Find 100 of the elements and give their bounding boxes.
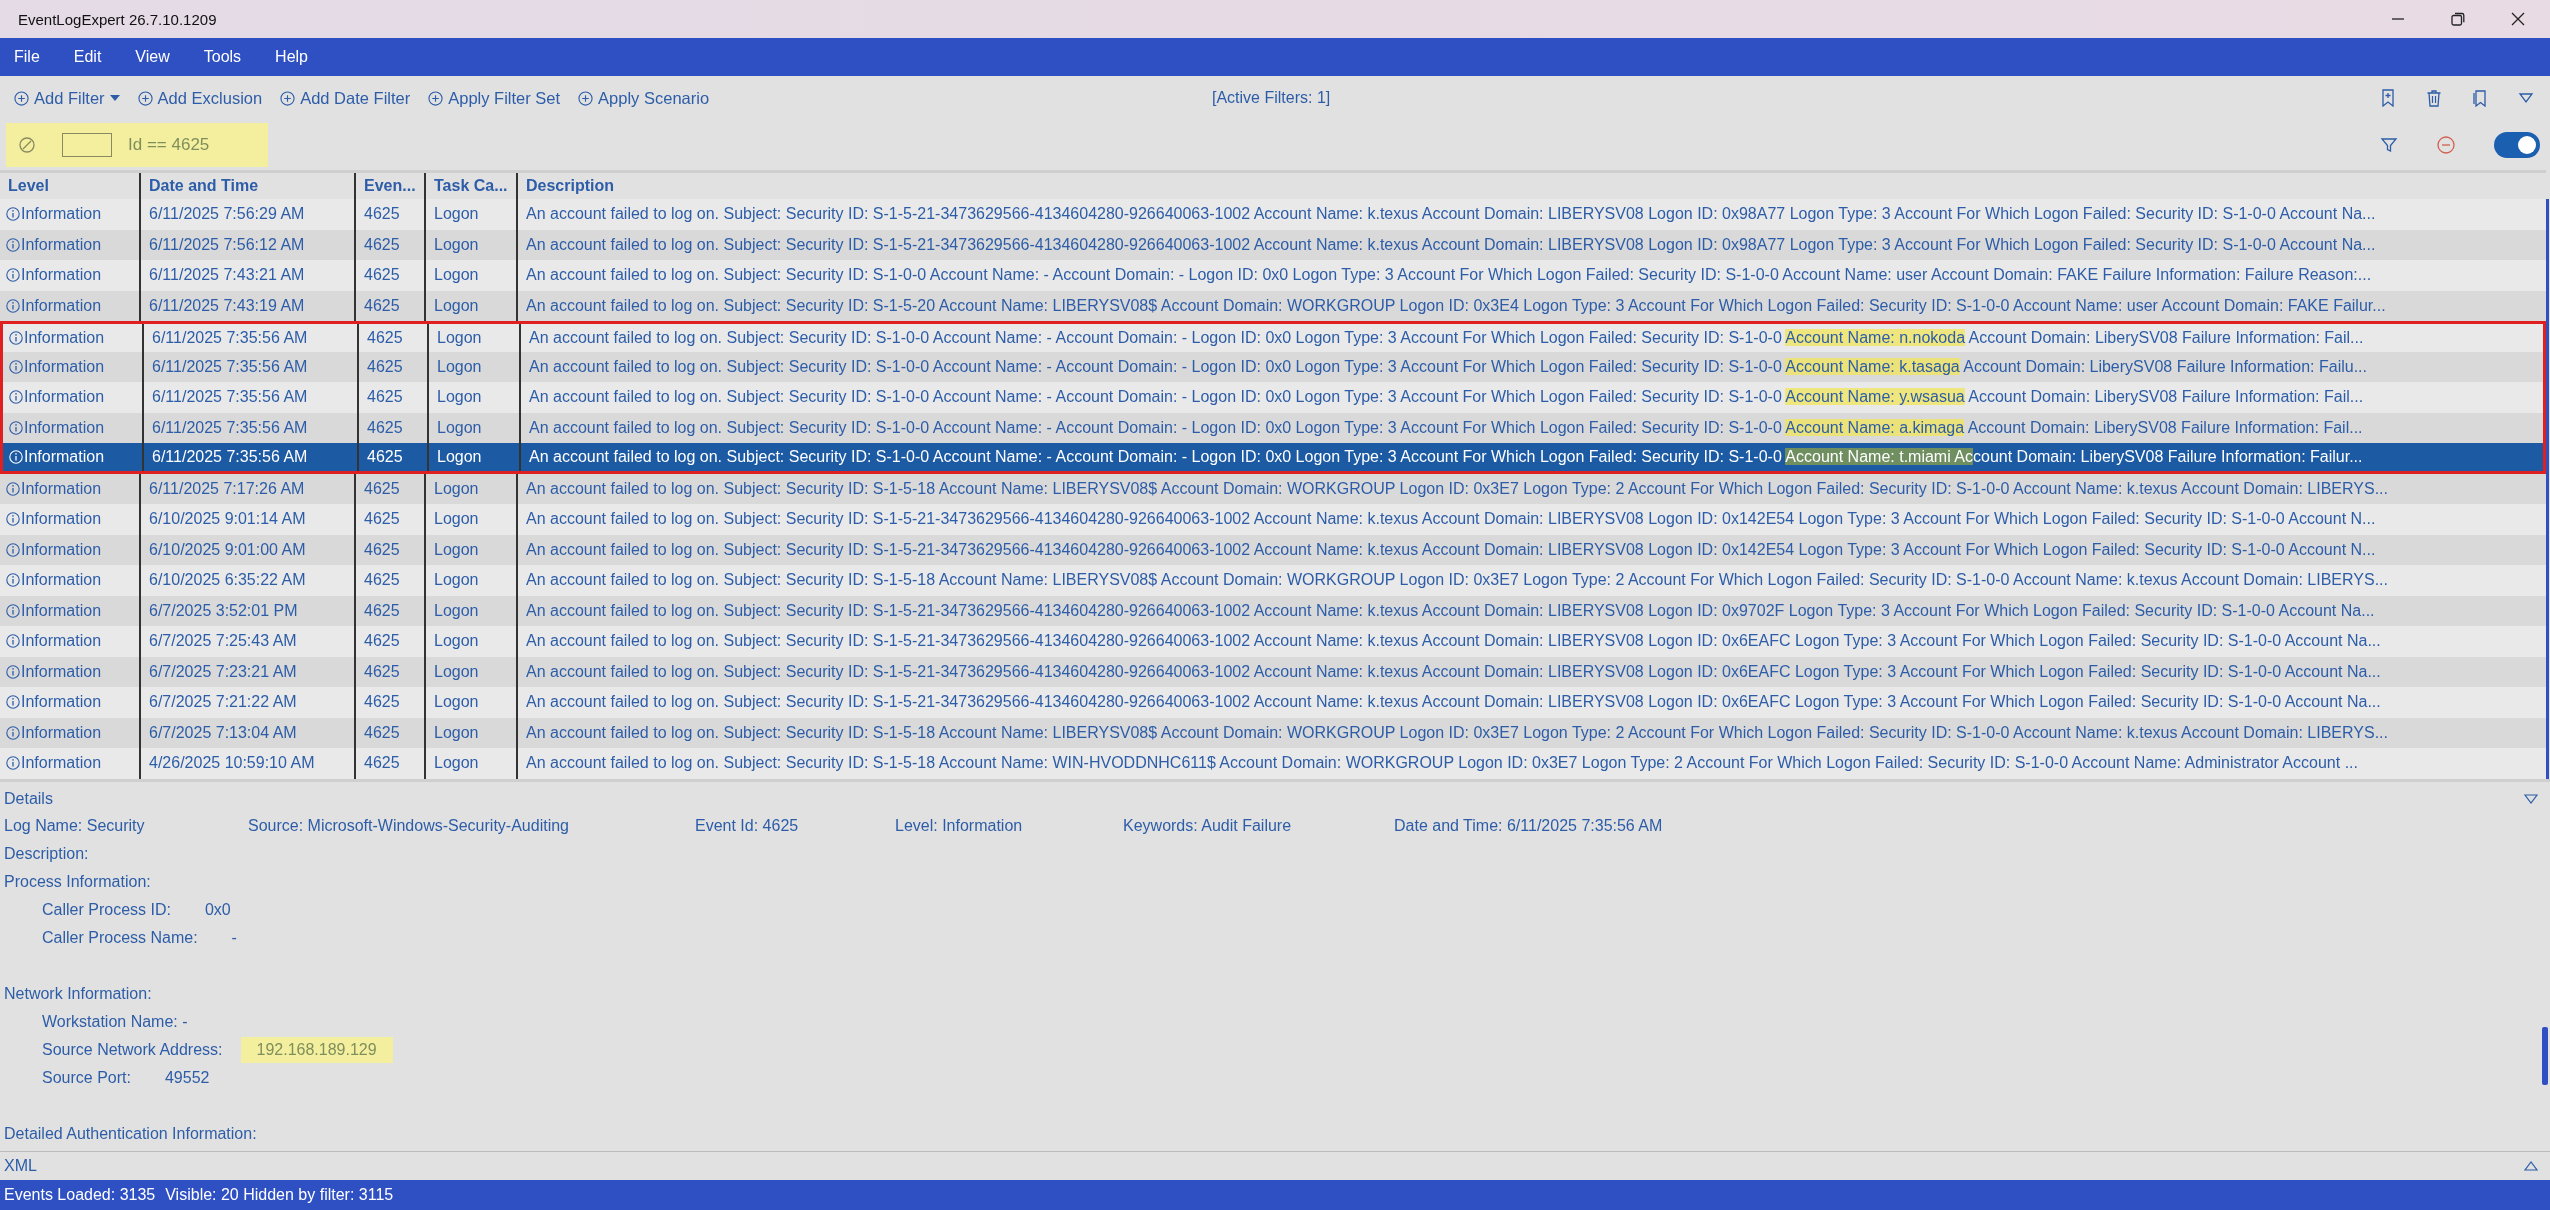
toggle-switch[interactable] xyxy=(2494,132,2540,158)
table-row[interactable] xyxy=(0,473,2546,504)
info-icon xyxy=(6,573,20,588)
table-row[interactable] xyxy=(0,290,2546,321)
table-cell: 4/26/2025 10:59:10 AM xyxy=(141,748,356,779)
table-row[interactable] xyxy=(0,717,2546,748)
menu-item[interactable]: View xyxy=(125,44,180,70)
detail-field: Log Name: Security xyxy=(4,816,248,835)
table-row[interactable] xyxy=(0,626,2546,657)
status-text: Visible: 20 Hidden by filter: 3115 xyxy=(165,1186,394,1204)
table-cell-text: An account failed to log on. Subject: Security ID: S-1-5-20 Account Name: LIBERYSV08$ Account Domain: WORKGROUP Logon ID: 0x3E4 Logon Type: 3 Account For Which Logon Failed: Security ID: S-1-0-0 Account Name: user Account Domain: FAKE Failur... xyxy=(525,295,2387,316)
field-label: Source Port: xyxy=(42,1068,131,1087)
table-cell: Information xyxy=(3,443,144,471)
collapse-icon[interactable] xyxy=(2524,793,2538,804)
info-icon xyxy=(6,725,20,740)
table-row[interactable] xyxy=(0,412,2546,443)
table-cell-text: An account failed to log on. Subject: Security ID: S-1-5-18 Account Name: LIBERYSV08$ Account Domain: WORKGROUP Logon ID: 0x3E7 Logon Type: 2 Account For Which Logon Failed: Security ID: S-1-0-0 Account Name: k.texus Account Domain: LIBERYS... xyxy=(525,478,2389,499)
table-cell-text: An account failed to log on. Subject: Security ID: S-1-0-0 Account Name: - Account Domain: - Logon ID: 0x0 Logon Type: 3 Account For Which Logon Failed: Security ID: S-1-0-0 Account Name: t.miami Account Domain: LiberySV08 Failure Information: Failur... xyxy=(528,446,2364,467)
menu-item[interactable]: Edit xyxy=(63,44,112,70)
menu-item[interactable]: Help xyxy=(265,44,318,70)
detail-heading: Detailed Authentication Information: xyxy=(4,1123,258,1144)
close-icon[interactable] xyxy=(2510,11,2526,27)
table-cell-text: An account failed to log on. Subject: Security ID: S-1-5-21-3473629566-4134604280-926640063-1002 Account Name: k.texus Account Domain: LIBERYSV08 Logon ID: 0x98A77 Logon Type: 3 Account For Which Logon Failed: Security ID: S-1-0-0 Account Na... xyxy=(525,204,2377,225)
remove-icon[interactable] xyxy=(2436,135,2456,155)
info-icon xyxy=(6,481,20,496)
bookmarks-icon[interactable] xyxy=(2472,89,2488,107)
menu-item[interactable]: Tools xyxy=(193,44,252,70)
table-row[interactable] xyxy=(0,321,2546,352)
toolbar-button[interactable]: Add Exclusion xyxy=(135,86,265,110)
trash-icon[interactable] xyxy=(2426,89,2442,107)
plus-circle-icon xyxy=(428,90,444,106)
table-cell: 4625 xyxy=(356,748,426,779)
table-row[interactable] xyxy=(0,199,2546,230)
filter-icon[interactable] xyxy=(2380,136,2398,154)
table-row[interactable] xyxy=(0,656,2546,687)
detail-heading: Process Information: xyxy=(4,871,152,892)
toolbar-button[interactable]: Add Date Filter xyxy=(278,86,413,110)
plus-circle-icon xyxy=(280,90,296,106)
table-row[interactable] xyxy=(0,748,2546,779)
table-row[interactable] xyxy=(0,229,2546,260)
detail-field: Level: Information xyxy=(895,816,1123,835)
table-row[interactable] xyxy=(0,595,2546,626)
section-title: XML xyxy=(4,1157,37,1175)
info-icon xyxy=(6,207,20,222)
table-cell-text: An account failed to log on. Subject: Security ID: S-1-5-21-3473629566-4134604280-926640063-1002 Account Name: k.texus Account Domain: LIBERYSV08 Logon ID: 0x9702F Logon Type: 3 Account For Which Logon Failed: Security ID: S-1-0-0 Account Na... xyxy=(525,600,2376,621)
column-header[interactable]: Description xyxy=(518,173,2546,199)
detail-field: Date and Time: 6/11/2025 7:35:56 AM xyxy=(1394,816,1663,835)
info-icon xyxy=(6,542,20,557)
field-value: 0x0 xyxy=(203,899,232,920)
table-row[interactable] xyxy=(0,260,2546,291)
info-icon xyxy=(9,390,23,405)
table-cell-text: An account failed to log on. Subject: Security ID: S-1-0-0 Account Name: - Account Domain: - Logon ID: 0x0 Logon Type: 3 Account For Which Logon Failed: Security ID: S-1-0-0 Account Name: y.wsasua Account Domain: LiberySV08 Failure Information: Fail... xyxy=(528,387,2365,408)
dropdown-icon[interactable] xyxy=(2518,92,2534,104)
table-cell-text: An account failed to log on. Subject: Security ID: S-1-5-18 Account Name: LIBERYSV08$ Account Domain: WORKGROUP Logon ID: 0x3E7 Logon Type: 2 Account For Which Logon Failed: Security ID: S-1-0-0 Account Name: k.texus Account Domain: LIBERYS... xyxy=(525,722,2389,743)
plus-circle-icon xyxy=(578,90,594,106)
table-row[interactable] xyxy=(0,687,2546,718)
table-cell-text: An account failed to log on. Subject: Security ID: S-1-0-0 Account Name: - Account Domain: - Logon ID: 0x0 Logon Type: 3 Account For Which Logon Failed: Security ID: S-1-0-0 Account Name: a.kimaga Account Domain: LiberySV08 Failure Information: Fail... xyxy=(528,417,2364,438)
table-cell-text: An account failed to log on. Subject: Security ID: S-1-5-21-3473629566-4134604280-926640063-1002 Account Name: k.texus Account Domain: LIBERYSV08 Logon ID: 0x142E54 Logon Type: 3 Account For Which Logon Failed: Security ID: S-1-0-0 Account N... xyxy=(525,509,2377,530)
info-icon xyxy=(9,420,23,435)
table-row[interactable] xyxy=(0,504,2546,535)
table-cell-text: An account failed to log on. Subject: Security ID: S-1-0-0 Account Name: - Account Domain: - Logon ID: 0x0 Logon Type: 3 Account For Which Logon Failed: Security ID: S-1-0-0 Account Name: n.nokoda Account Domain: LiberySV08 Failure Information: Fail... xyxy=(528,327,2365,348)
menu-item[interactable]: File xyxy=(4,44,50,70)
plus-circle-icon xyxy=(137,90,153,106)
restore-icon[interactable] xyxy=(2450,11,2466,27)
scrollbar-thumb[interactable] xyxy=(2546,199,2549,779)
info-icon xyxy=(6,298,20,313)
field-label: Caller Process Name: xyxy=(42,928,198,947)
field-value: - xyxy=(230,927,238,948)
info-icon xyxy=(6,603,20,618)
detail-field: Source: Microsoft-Windows-Security-Auditing xyxy=(248,816,695,835)
table-cell-text: An account failed to log on. Subject: Security ID: S-1-5-18 Account Name: LIBERYSV08$ Account Domain: WORKGROUP Logon ID: 0x3E7 Logon Type: 2 Account For Which Logon Failed: Security ID: S-1-0-0 Account Name: k.texus Account Domain: LIBERYS... xyxy=(525,570,2389,591)
table-cell-text: An account failed to log on. Subject: Security ID: S-1-5-21-3473629566-4134604280-926640063-1002 Account Name: k.texus Account Domain: LIBERYSV08 Logon ID: 0x142E54 Logon Type: 3 Account For Which Logon Failed: Security ID: S-1-0-0 Account N... xyxy=(525,539,2377,560)
table-row[interactable] xyxy=(0,534,2546,565)
table-cell-text: An account failed to log on. Subject: Security ID: S-1-5-21-3473629566-4134604280-926640063-1002 Account Name: k.texus Account Domain: LIBERYSV08 Logon ID: 0x6EAFC Logon Type: 3 Account For Which Logon Failed: Security ID: S-1-0-0 Account Na... xyxy=(525,692,2382,713)
detail-heading: Network Information: xyxy=(4,983,153,1004)
table-row[interactable] xyxy=(0,565,2546,596)
table-cell-text: An account failed to log on. Subject: Security ID: S-1-0-0 Account Name: - Account Domain: - Logon ID: 0x0 Logon Type: 3 Account For Which Logon Failed: Security ID: S-1-0-0 Account Name: k.tasaga Account Domain: LiberySV08 Failure Information: Failu... xyxy=(528,356,2368,377)
table-cell: Logon xyxy=(426,748,518,779)
detail-field: Event Id: 4625 xyxy=(695,816,895,835)
active-filters-label: [Active Filters: 1] xyxy=(1212,89,1331,107)
table-cell-text: An account failed to log on. Subject: Security ID: S-1-5-18 Account Name: WIN-HVODDNHC611$ Account Domain: WORKGROUP Logon ID: 0x3E7 Logon Type: 2 Account For Which Logon Failed: Security ID: S-1-0-0 Account Name: Administrator Account ... xyxy=(525,753,2359,774)
info-icon xyxy=(6,512,20,527)
info-icon xyxy=(6,756,20,771)
filter-expression[interactable]: Id == 4625 xyxy=(128,135,210,155)
status-text: Events Loaded: 3135 xyxy=(4,1186,156,1204)
toolbar-button[interactable]: Apply Scenario xyxy=(576,86,712,110)
toolbar-button[interactable]: Apply Filter Set xyxy=(426,86,563,110)
plus-circle-icon xyxy=(14,90,29,106)
table-row[interactable] xyxy=(0,351,2546,382)
color-box[interactable] xyxy=(62,133,112,157)
scrollbar-thumb[interactable] xyxy=(2542,1026,2548,1085)
bookmark-plus-icon[interactable] xyxy=(2380,89,2396,107)
toolbar-button[interactable]: Add Filter xyxy=(12,86,122,110)
field-value: 192.168.189.129 xyxy=(240,1036,393,1063)
expand-icon[interactable] xyxy=(2524,1161,2538,1171)
detail-field: Keywords: Audit Failure xyxy=(1123,816,1394,835)
table-cell: Information xyxy=(0,748,141,779)
table-row[interactable] xyxy=(0,382,2546,413)
info-icon xyxy=(9,330,23,345)
table-row[interactable] xyxy=(0,443,2546,474)
